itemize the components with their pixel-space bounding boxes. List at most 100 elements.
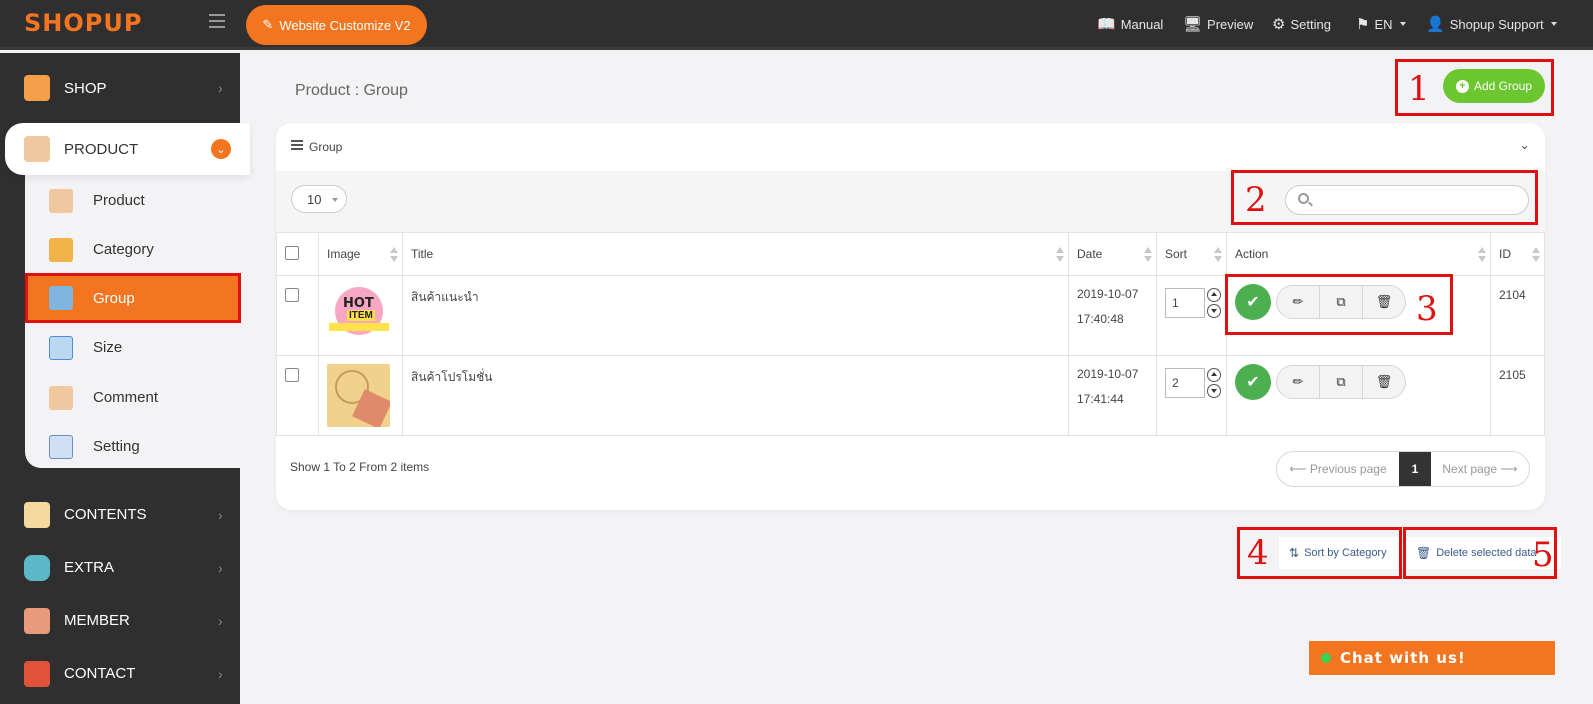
sort-icon [1144,247,1152,263]
title-cell: สินค้าแนะนำ [402,275,1069,356]
arrow-up-icon[interactable] [1207,368,1221,382]
card-title: Group [309,140,343,154]
category-blocks-icon [49,237,73,262]
pagination: ⟵ Previous page 1 Next page ⟶ [1276,451,1530,487]
envelope-phone-icon [24,660,50,687]
trash-icon[interactable]: 🗑 [1363,366,1405,398]
language-dropdown[interactable]: ⚑ EN [1356,14,1406,34]
sort-order-input[interactable]: 1 [1165,288,1205,318]
arrow-down-icon[interactable] [1207,384,1221,398]
sidebar-item-contents[interactable]: CONTENTS › [0,488,240,541]
column-header-action[interactable]: Action [1226,232,1491,276]
preview-link[interactable]: 🖥 Preview [1183,14,1253,34]
page-size-select[interactable]: 10 [291,185,347,213]
arrow-up-icon[interactable] [1207,288,1221,302]
column-header-id[interactable]: ID [1490,232,1545,276]
date-text: 2019-10-07 [1077,367,1139,381]
submenu-item-category[interactable]: Category [25,227,240,272]
sidebar-item-member[interactable]: MEMBER › [0,594,240,647]
sidebar-item-label: CONTACT [64,665,136,682]
thumb-text: HOT [343,296,374,311]
sort-icon [390,247,398,263]
action-cell: ✔ ✏ ⧉ 🗑 [1226,355,1491,436]
sidebar-item-label: CONTENTS [64,506,147,523]
image-cell: HOT ITEM [318,275,403,356]
sidebar-item-shop[interactable]: SHOP › [0,56,240,120]
submenu-item-size[interactable]: Size [25,325,240,370]
user-dropdown[interactable]: 👤 Shopup Support [1426,14,1557,34]
sort-cell: 2 [1156,355,1227,436]
column-header-date[interactable]: Date [1068,232,1157,276]
setting-label: Setting [1290,16,1331,32]
annotation-number-2: 2 [1245,180,1267,220]
card-header: Group ⌄ [276,123,1545,171]
chevron-right-icon: › [218,665,223,682]
submenu-item-group[interactable]: Group [25,273,241,323]
manual-label: Manual [1120,16,1164,32]
sidebar-item-extra[interactable]: EXTRA › [0,541,240,594]
date-cell: 2019-10-07 17:40:48 [1068,275,1157,356]
column-label: Action [1235,247,1269,261]
submenu-item-setting[interactable]: Setting [25,424,240,469]
setting-link[interactable]: ⚙ Setting [1272,14,1331,34]
chat-widget-button[interactable]: Chat with us! [1309,641,1555,675]
submenu-item-label: Group [93,289,135,307]
puzzle-icon [24,554,50,581]
shopping-bag-icon [24,136,50,162]
table-header-row: Image Title Date Sort Action ID [276,232,1545,276]
column-label: Image [327,247,361,261]
column-label: Sort [1165,247,1188,261]
select-all-checkbox[interactable] [285,245,299,260]
sort-stepper[interactable] [1207,288,1221,318]
thumb-text: ITEM [347,310,375,321]
previous-page-button[interactable]: ⟵ Previous page [1277,452,1399,486]
user-label: Shopup Support [1449,16,1544,32]
column-header-image[interactable]: Image [318,232,403,276]
chevron-right-icon: › [218,506,223,523]
column-label: Title [411,247,434,261]
row-select-cell [276,355,319,436]
current-page-button[interactable]: 1 [1399,452,1431,486]
shopup-logo[interactable]: SHOPUP [24,9,142,37]
chevron-down-icon [1550,22,1557,26]
gear-icon: ⚙ [1272,16,1286,33]
website-customize-label: Website Customize V2 [279,17,411,33]
manual-link[interactable]: 📖 Manual [1097,14,1163,34]
submenu-item-comment[interactable]: Comment [25,375,240,420]
monitor-icon: 🖥 [1183,16,1203,33]
column-header-title[interactable]: Title [402,232,1069,276]
arrow-down-icon[interactable] [1207,304,1221,318]
submenu-item-label: Comment [93,389,159,406]
approve-check-button[interactable]: ✔ [1235,364,1271,400]
sort-icon [1214,247,1222,263]
edit-pencil-icon[interactable]: ✏ [1277,366,1320,398]
book-icon: 📖 [1097,16,1116,33]
website-customize-button[interactable]: ✎ Website Customize V2 [246,5,427,45]
page-size-value: 10 [307,191,322,207]
submenu-item-product[interactable]: Product [25,178,240,223]
sort-order-input[interactable]: 2 [1165,368,1205,398]
id-cell: 2104 [1490,275,1545,356]
collapse-chevron-icon[interactable]: ⌄ [1519,137,1530,153]
row-select-cell [276,275,319,356]
language-label: EN [1374,16,1393,32]
hamburger-menu-icon[interactable] [209,14,225,28]
title-cell: สินค้าโปรโมชั่น [402,355,1069,436]
copy-icon[interactable]: ⧉ [1320,366,1363,398]
members-icon [24,607,50,634]
sidebar-item-contact[interactable]: CONTACT › [0,647,240,700]
column-header-sort[interactable]: Sort [1156,232,1227,276]
next-page-button[interactable]: Next page ⟶ [1431,452,1529,486]
annotation-number-3: 3 [1416,289,1438,329]
sort-icon [1056,247,1064,263]
sort-stepper[interactable] [1207,368,1221,398]
row-checkbox[interactable] [285,288,299,302]
chevron-right-icon: › [218,612,223,629]
submenu-item-label: Category [93,241,154,258]
row-checkbox[interactable] [285,368,299,382]
sidebar-item-product[interactable]: PRODUCT ⌄ [5,123,250,175]
sidebar-item-label: PRODUCT [64,140,139,158]
pagination-summary: Show 1 To 2 From 2 items [290,460,430,474]
sort-icon [1478,247,1486,263]
select-all-header [276,232,319,276]
